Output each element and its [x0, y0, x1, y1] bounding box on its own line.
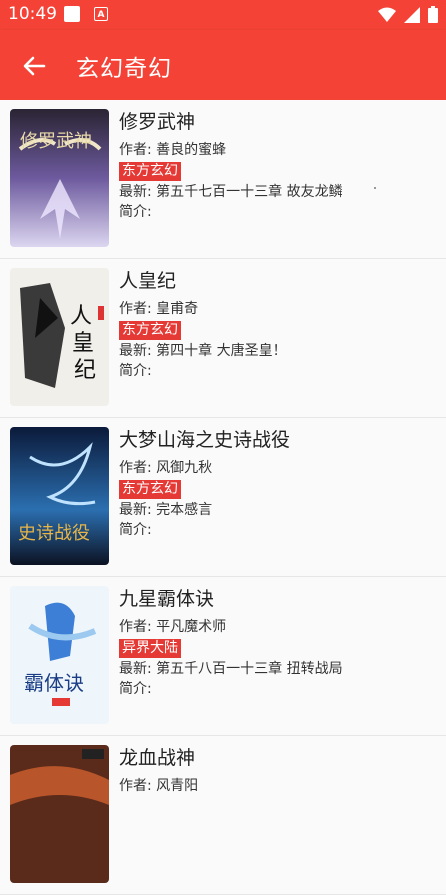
- intro-line: 简介:: [119, 679, 438, 699]
- divider-dot: [374, 187, 376, 189]
- latest-chapter: 第四十章 大唐圣皇！: [156, 343, 287, 359]
- a-notification-icon: A: [94, 7, 108, 21]
- cover-shanhai: 史诗战役: [10, 427, 109, 565]
- book-item[interactable]: 霸体诀 九星霸体诀 作者: 平凡魔术师 异界大陆 最新: 第五千八百一十三章 扭…: [0, 577, 446, 736]
- latest-label: 最新:: [119, 661, 157, 677]
- author-line: 作者: 平凡魔术师: [119, 617, 438, 637]
- svg-text:纪: 纪: [74, 358, 96, 383]
- cover-renhuang: 人 皇 纪: [10, 268, 109, 406]
- latest-chapter: 第五千八百一十三章 扭转战局: [156, 661, 343, 677]
- author-label: 作者:: [119, 460, 157, 476]
- signal-icon: [404, 6, 420, 23]
- author-name: 皇甫奇: [156, 301, 199, 317]
- status-time: 10:49: [8, 4, 57, 24]
- status-bar: 10:49 A: [0, 0, 446, 30]
- svg-text:皇: 皇: [72, 331, 94, 356]
- svg-text:史诗战役: 史诗战役: [18, 523, 90, 544]
- book-cover[interactable]: 史诗战役: [10, 427, 109, 565]
- latest-label: 最新:: [119, 502, 157, 518]
- book-cover[interactable]: 修罗武神: [10, 109, 109, 247]
- latest-line: 最新: 完本感言: [119, 500, 438, 520]
- author-label: 作者:: [119, 301, 157, 317]
- latest-line: 最新: 第五千八百一十三章 扭转战局: [119, 659, 438, 679]
- wifi-icon: [378, 7, 396, 22]
- author-name: 善良的蜜蜂: [156, 142, 227, 158]
- svg-text:修罗武神: 修罗武神: [20, 131, 92, 152]
- book-cover[interactable]: [10, 745, 109, 883]
- back-arrow-icon[interactable]: [20, 52, 48, 80]
- svg-text:霸体诀: 霸体诀: [24, 671, 84, 695]
- author-label: 作者:: [119, 142, 157, 158]
- intro-line: 简介:: [119, 202, 438, 222]
- latest-chapter: 完本感言: [156, 502, 213, 518]
- author-name: 平凡魔术师: [156, 619, 227, 635]
- status-icons: [378, 6, 438, 23]
- intro-line: 简介:: [119, 361, 438, 381]
- book-item[interactable]: 修罗武神 修罗武神 作者: 善良的蜜蜂 东方玄幻 最新: 第五千七百一十三章 故…: [0, 100, 446, 259]
- author-line: 作者: 皇甫奇: [119, 299, 438, 319]
- latest-label: 最新:: [119, 184, 157, 200]
- genre-badge: 东方玄幻: [119, 321, 181, 340]
- svg-text:人: 人: [70, 304, 92, 329]
- book-item[interactable]: 龙血战神 作者: 风青阳: [0, 736, 446, 895]
- book-title: 修罗武神: [119, 111, 196, 133]
- genre-badge: 东方玄幻: [119, 162, 181, 181]
- intro-line: 简介:: [119, 520, 438, 540]
- page-title: 玄幻奇幻: [76, 56, 172, 82]
- intro-label: 简介:: [119, 681, 152, 697]
- latest-line: 最新: 第五千七百一十三章 故友龙鳞: [119, 182, 438, 202]
- author-line: 作者: 风御九秋: [119, 458, 438, 478]
- notification-icon: [64, 6, 80, 22]
- cover-xiuluo: 修罗武神: [10, 109, 109, 247]
- book-title: 九星霸体诀: [119, 588, 215, 610]
- author-line: 作者: 善良的蜜蜂: [119, 140, 438, 160]
- genre-badge: 东方玄幻: [119, 480, 181, 499]
- book-list[interactable]: 修罗武神 修罗武神 作者: 善良的蜜蜂 东方玄幻 最新: 第五千七百一十三章 故…: [0, 100, 446, 895]
- book-item[interactable]: 史诗战役 大梦山海之史诗战役 作者: 风御九秋 东方玄幻 最新: 完本感言 简介…: [0, 418, 446, 577]
- battery-icon: [428, 6, 438, 23]
- book-cover[interactable]: 霸体诀: [10, 586, 109, 724]
- author-name: 风御九秋: [156, 460, 213, 476]
- book-title: 大梦山海之史诗战役: [119, 429, 291, 451]
- book-title: 人皇纪: [119, 270, 177, 292]
- genre-badge: 异界大陆: [119, 639, 181, 658]
- cover-jiuxing: 霸体诀: [10, 586, 109, 724]
- latest-line: 最新: 第四十章 大唐圣皇！: [119, 341, 438, 361]
- book-cover[interactable]: 人 皇 纪: [10, 268, 109, 406]
- author-line: 作者: 风青阳: [119, 776, 438, 796]
- cover-longxue: [10, 745, 109, 883]
- intro-label: 简介:: [119, 204, 152, 220]
- book-item[interactable]: 人 皇 纪 人皇纪 作者: 皇甫奇 东方玄幻 最新: 第四十章 大唐圣皇！ 简介…: [0, 259, 446, 418]
- latest-chapter: 第五千七百一十三章 故友龙鳞: [156, 184, 343, 200]
- book-title: 龙血战神: [119, 747, 196, 769]
- intro-label: 简介:: [119, 363, 152, 379]
- app-bar: 玄幻奇幻: [0, 30, 446, 100]
- author-label: 作者:: [119, 619, 157, 635]
- intro-label: 简介:: [119, 522, 152, 538]
- latest-label: 最新:: [119, 343, 157, 359]
